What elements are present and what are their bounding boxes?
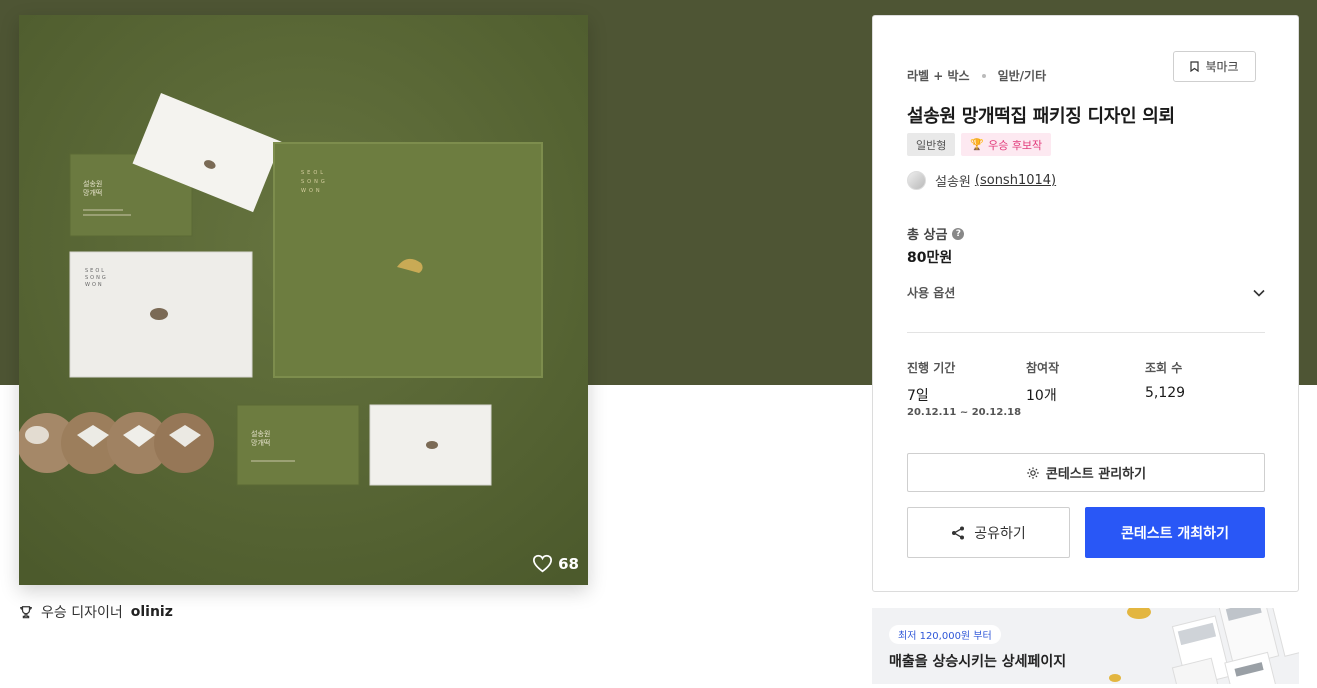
avatar (907, 171, 926, 190)
breadcrumb-subcategory[interactable]: 일반/기타 (998, 67, 1047, 84)
stat-entries-label: 참여작 (1026, 361, 1060, 375)
bookmark-label: 북마크 (1205, 60, 1239, 74)
trophy-icon: 🏆 (970, 138, 985, 151)
small-card-name-line-1: 설송원 (251, 429, 270, 438)
small-card-name-line-2: 망개떡 (251, 438, 270, 447)
gear-icon (1027, 466, 1039, 479)
client-name: 설송원 (935, 175, 971, 190)
stat-period-value: 7일 (907, 388, 929, 404)
big-box-line-3: WON (301, 188, 323, 194)
stat-entries-value: 10개 (1026, 388, 1057, 404)
manage-contest-label: 콘테스트 관리하기 (1045, 467, 1147, 482)
product-image[interactable]: 설송원 망개떡 SEOL SONG WON SEOL SONG WON 설송원 … (19, 15, 588, 585)
box-line-2: SONG (85, 275, 108, 281)
contest-info-card: 라벨 + 박스 일반/기타 북마크 설송원 망개떡집 패키징 디자인 의뢰 일반… (872, 15, 1299, 592)
breadcrumb-category[interactable]: 라벨 + 박스 (907, 67, 970, 84)
winner-name[interactable]: oliniz (131, 604, 173, 620)
prize-label-text: 총 상금 (907, 228, 948, 243)
client-info[interactable]: 설송원 (sonsh1014) (907, 171, 1056, 190)
box-line-1: SEOL (85, 268, 106, 274)
winner-designer: 우승 디자이너 oliniz (19, 602, 173, 622)
chevron-down-icon (1253, 289, 1265, 297)
tag-type: 일반형 (907, 133, 956, 156)
ad-text: 매출을 상승시키는 상세페이지 (889, 654, 1067, 670)
contest-title: 설송원 망개떡집 패키징 디자인 의뢰 (907, 106, 1175, 127)
client-id[interactable]: (sonsh1014) (975, 173, 1056, 188)
share-label: 공유하기 (974, 525, 1026, 542)
share-button[interactable]: 공유하기 (907, 507, 1070, 558)
options-label: 사용 옵션 (907, 286, 956, 300)
big-box-line-2: SONG (301, 179, 328, 185)
share-icon (952, 526, 965, 539)
winner-prefix: 우승 디자이너 (41, 605, 123, 621)
breadcrumb-separator (981, 73, 986, 78)
trophy-icon (20, 606, 32, 619)
bookmark-button[interactable]: 북마크 (1173, 51, 1256, 82)
like-count: 68 (558, 554, 579, 573)
tag-winner-candidate: 🏆 우승 후보작 (961, 133, 1052, 156)
help-icon[interactable]: ? (952, 227, 965, 240)
stat-period-dates: 20.12.11 ~ 20.12.18 (907, 407, 1022, 418)
bookmark-icon (1190, 61, 1200, 72)
stat-views-value: 5,129 (1145, 385, 1186, 401)
card-name-line-2: 망개떡 (83, 188, 102, 197)
prize-value: 80만원 (907, 250, 953, 266)
manage-contest-button[interactable]: 콘테스트 관리하기 (907, 453, 1265, 492)
ad-badge: 최저 120,000원 부터 (889, 625, 1001, 644)
ad-visual-illustration (1109, 608, 1299, 684)
stat-views-label: 조회 수 (1145, 361, 1183, 375)
card-name-line-1: 설송원 (83, 179, 102, 188)
ad-banner[interactable]: 최저 120,000원 부터 매출을 상승시키는 상세페이지 (872, 608, 1299, 684)
tag-winner-label: 우승 후보작 (988, 138, 1043, 152)
options-dropdown[interactable]: 사용 옵션 (907, 284, 1265, 301)
divider (907, 332, 1265, 333)
packaging-mockup-illustration: 설송원 망개떡 SEOL SONG WON SEOL SONG WON 설송원 … (19, 15, 588, 585)
breadcrumb: 라벨 + 박스 일반/기타 (907, 67, 1046, 84)
host-contest-button[interactable]: 콘테스트 개최하기 (1085, 507, 1265, 558)
stat-period-label: 진행 기간 (907, 361, 956, 375)
big-box-line-1: SEOL (301, 170, 326, 176)
box-line-3: WON (85, 282, 104, 288)
contest-tags: 일반형 🏆 우승 후보작 (907, 133, 1052, 156)
like-counter[interactable]: 68 (532, 554, 579, 573)
heart-icon[interactable] (532, 554, 553, 573)
prize-label: 총 상금 ? (907, 224, 965, 243)
